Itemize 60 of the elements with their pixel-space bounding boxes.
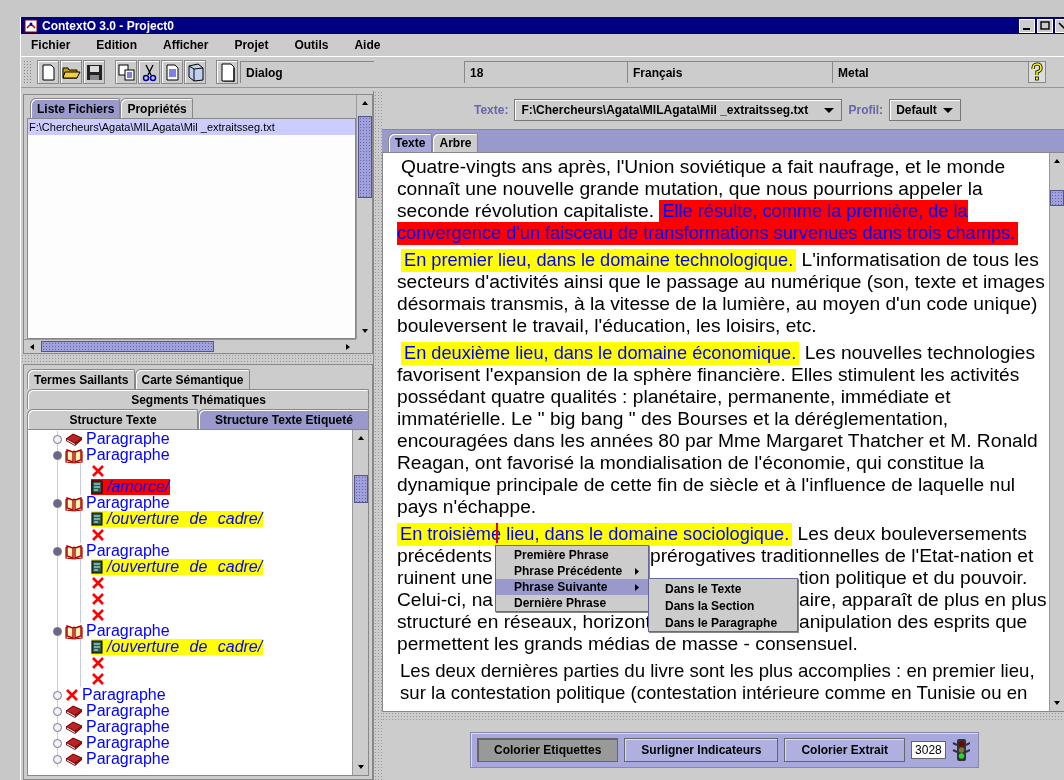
toolbar-field[interactable]: Dialog (240, 61, 374, 83)
tree-node-label[interactable]: Paragraphe (86, 719, 170, 735)
text-fragment: anipulation des esprits que (799, 611, 1028, 633)
menu-item[interactable]: Première Phrase (496, 547, 648, 563)
text-fragment: aire, apparaît de plus en plus (799, 589, 1047, 611)
tree-node-label[interactable]: Paragraphe (86, 447, 170, 463)
menu-item[interactable]: Fichier (21, 36, 81, 54)
tag-label: /amorce/ (107, 479, 170, 495)
menu-item[interactable]: Dernière Phrase (496, 595, 648, 611)
toolbar-field[interactable]: Metal (832, 61, 1028, 83)
tab[interactable]: Segments Thématiques (27, 389, 369, 409)
paragraph: En premier lieu, dans le domaine technologique. L'informatisation de tous les secteurs d'activités ainsi que le passage au numérique (son, texte et images désormais transmis, à la vitesse de la lumière, au moyen d'un code unique) bouleversent le travail, l'éducation, les loisirs, etc. (397, 249, 1046, 337)
text-fragment: précédents (397, 545, 492, 567)
tree-node-label[interactable]: Paragraphe (86, 495, 170, 511)
menu-item[interactable]: Dans la Section (649, 597, 797, 614)
menu-item[interactable]: Dans le Texte (649, 580, 797, 597)
paragraph: Quatre-vingts ans après, l'Union soviétique a fait naufrage, et le monde connaît une nouvelle grande mutation, que nous pourrions appeler la seconde révolution capitaliste. Elle résulte, comme la première, de la convergence d'un faisceau de transformations survenues dans trois champs. (397, 156, 1047, 244)
menu-item[interactable]: Phrase Suivante (496, 579, 648, 595)
action-button[interactable]: Colorier Extrait (784, 738, 906, 762)
tree-node-label[interactable]: Paragraphe (86, 623, 170, 639)
tree-node-label[interactable]: Paragraphe (86, 751, 170, 767)
text-line: sur la contestation politique (contestation intérieure comme en Tunisie ou en (399, 682, 1029, 704)
file-list-item[interactable]: F:\Chercheurs\Agata\MILAgata\Mil _extraitsseg.txt (28, 119, 355, 135)
window-title: ContextO 3.0 - Project0 (42, 18, 176, 33)
tab[interactable]: Texte (388, 133, 433, 152)
field-label: Texte: (474, 103, 509, 117)
paragraph: En deuxième lieu, dans le domaine économique. Les nouvelles technologies favorisent l'expansion de la sphère financière. Elles stimulent les activités possédant quatre qualités : planétaire, permanente, immédiate et immatérielle. Le " big bang " des Bourses et la déréglementation, encouragées dans les années 80 par Mme Margaret Thatcher et M. Ronald Reagan, ont favorisé la mondialisation de l'économie, qui constitue la dynamique principale de cette fin de siècle et à l'influence de laquelle nul pays n'échappe. (397, 342, 1039, 518)
tab[interactable]: Liste Fichiers (30, 98, 121, 118)
dropdown[interactable]: F:\Chercheurs\Agata\MILAgata\Mil _extraitsseg.txt (514, 99, 843, 121)
field-label: Profil: (848, 103, 884, 117)
menu-item[interactable]: Phrase Précédente (496, 563, 648, 579)
tree-node-label[interactable]: Paragraphe (82, 687, 166, 703)
menu-item[interactable]: Edition (86, 36, 148, 54)
menu-item[interactable]: Dans le Paragraphe (649, 614, 797, 631)
toolbar-field[interactable]: Français (627, 61, 832, 83)
menu-item[interactable]: Aide (344, 36, 391, 54)
tree-node-label[interactable]: Paragraphe (86, 703, 170, 719)
text-fragment: ruinent une (397, 567, 493, 589)
text-fragment: Celui-ci, na (397, 589, 493, 611)
text-fragment: tion politique et du pouvoir. (799, 567, 1028, 589)
dropdown[interactable]: Default (889, 99, 962, 121)
menu-item[interactable]: Outils (284, 36, 339, 54)
tree-node-label[interactable]: Paragraphe (86, 543, 170, 559)
action-button[interactable]: Surligner Indicateurs (624, 738, 779, 762)
action-button[interactable]: Colorier Etiquettes (477, 738, 619, 762)
menu-item[interactable]: Projet (224, 36, 279, 54)
tab[interactable]: Arbre (432, 133, 479, 152)
tree-node-label[interactable]: Paragraphe (86, 431, 170, 447)
text-line: Les deux dernières parties du livre sont les plus accomplies : en premier lieu, (399, 660, 1036, 682)
text-line: permettent les grands médias de masse - consensuel. (397, 633, 859, 655)
text-fragment: prérogatives traditionnelles de l'Etat-nation et (650, 545, 1034, 567)
toolbar-field[interactable]: 18 (464, 61, 627, 83)
tab[interactable]: Carte Sémantique (134, 369, 250, 389)
counter-field: 3028 (911, 741, 946, 759)
tree-node-label[interactable]: Paragraphe (86, 735, 170, 751)
menu-item[interactable]: Afficher (153, 36, 219, 54)
tab[interactable]: Termes Saillants (27, 369, 135, 389)
tab[interactable]: Structure Texte Etiqueté (198, 409, 369, 429)
tab[interactable]: Structure Texte (27, 409, 198, 429)
tab[interactable]: Propriétés (120, 98, 193, 118)
